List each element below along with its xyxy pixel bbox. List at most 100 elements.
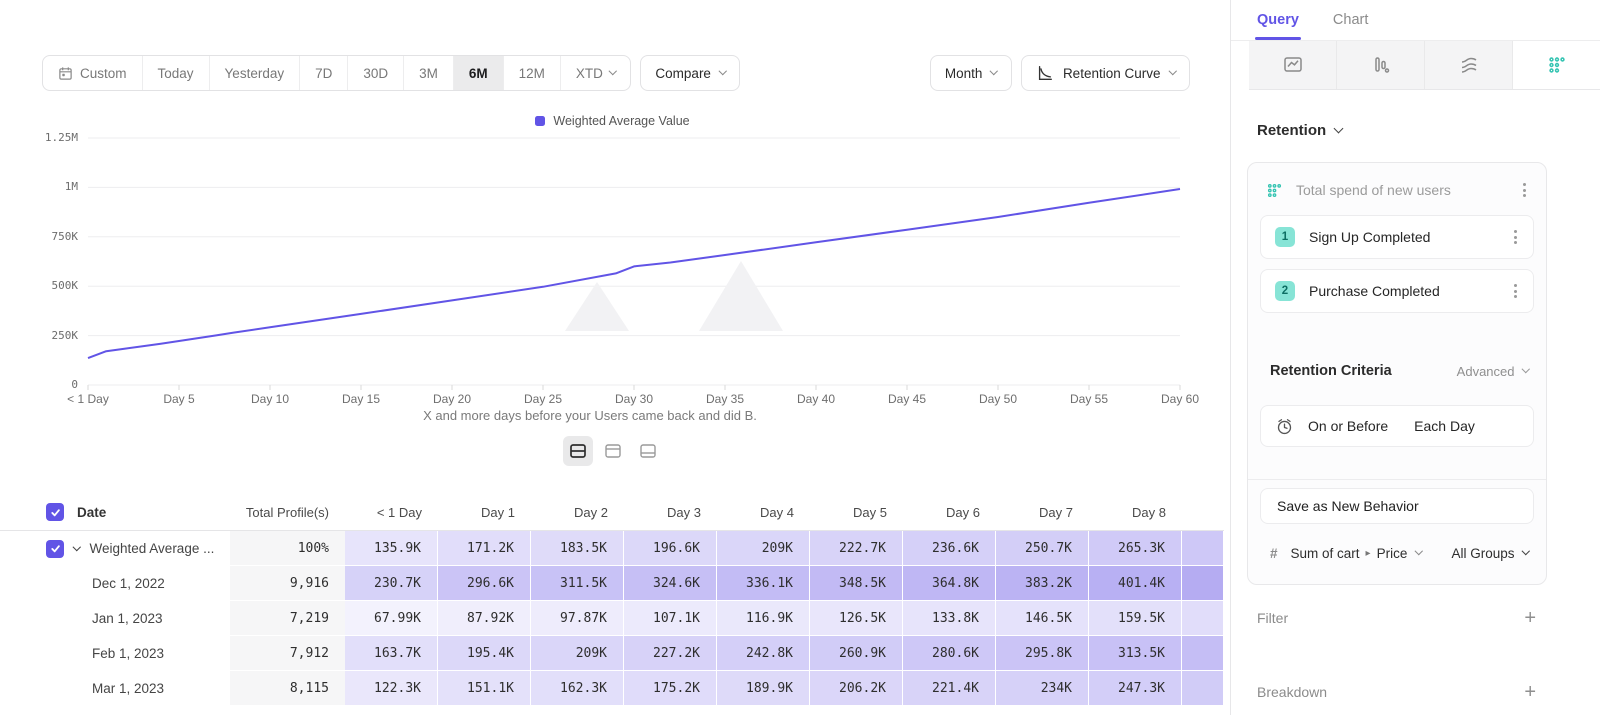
retention-value-cell: 265.3K <box>1089 531 1182 566</box>
retention-value-cell: 296.6K <box>438 566 531 601</box>
criteria-label: Retention Criteria <box>1270 363 1457 379</box>
panel-tabs: Query Chart <box>1231 0 1600 41</box>
tab-insights[interactable] <box>1249 41 1337 89</box>
retention-value-cell-clipped <box>1182 636 1224 671</box>
retention-value-cell: 122.3K <box>345 671 438 706</box>
criteria-when: On or Before <box>1308 418 1388 434</box>
retention-value-cell: 209K <box>531 636 624 671</box>
range-custom[interactable]: Custom <box>43 56 143 90</box>
range-3m[interactable]: 3M <box>404 56 454 90</box>
step-event-label: Sign Up Completed <box>1309 229 1510 245</box>
report-toolbar: CustomTodayYesterday7D30D3M6M12MXTD Comp… <box>42 55 1190 91</box>
row-label-cell[interactable]: Weighted Average ... <box>0 531 230 566</box>
retention-value-cell: 242.8K <box>717 636 810 671</box>
retention-value-cell: 126.5K <box>810 601 903 636</box>
retention-value-cell: 171.2K <box>438 531 531 566</box>
retention-value-cell: 311.5K <box>531 566 624 601</box>
row-checkbox[interactable] <box>46 503 64 521</box>
query-builder-panel: Query Chart <box>1230 0 1600 715</box>
add-breakdown-button[interactable]: + <box>1524 682 1536 702</box>
range-30d[interactable]: 30D <box>348 56 404 90</box>
table-row: Jan 1, 20237,21967.99K87.92K97.87K107.1K… <box>0 601 1224 636</box>
tab-funnels[interactable] <box>1337 41 1425 89</box>
behavior-title[interactable]: Total spend of new users <box>1296 182 1506 198</box>
tab-retention[interactable] <box>1513 41 1600 89</box>
table-bottom-view-toggle[interactable] <box>633 436 663 466</box>
retention-curve-icon <box>1036 64 1054 82</box>
toolbar-spacer <box>749 55 920 91</box>
breakdown-label: Breakdown <box>1257 684 1327 700</box>
x-axis-label: Day 45 <box>888 392 926 406</box>
retention-curve-chart: Weighted Average Value 0250K500K750K1M1.… <box>0 106 1225 428</box>
table-row: Mar 1, 20238,115122.3K151.1K162.3K175.2K… <box>0 671 1224 706</box>
funnels-icon <box>1371 55 1391 75</box>
retention-value-cell: 247.3K <box>1089 671 1182 706</box>
range-yesterday[interactable]: Yesterday <box>210 56 301 90</box>
tab-chart[interactable]: Chart <box>1333 0 1368 40</box>
retention-value-cell: 313.5K <box>1089 636 1182 671</box>
compare-button[interactable]: Compare <box>640 55 740 91</box>
retention-value-cell: 295.8K <box>996 636 1089 671</box>
behavior-steps: 1Sign Up Completed 2Purchase Completed <box>1248 215 1546 313</box>
table-top-view-icon <box>604 442 622 460</box>
chevron-down-icon <box>1168 67 1176 75</box>
caret-right-icon: ▸ <box>1366 548 1371 559</box>
tab-flows[interactable] <box>1425 41 1513 89</box>
filter-section: Filter + <box>1257 600 1536 636</box>
criteria-unit: Each Day <box>1414 418 1475 434</box>
filter-label: Filter <box>1257 610 1288 626</box>
row-label-cell[interactable]: Mar 1, 2023 <box>0 671 230 706</box>
range-6m[interactable]: 6M <box>454 56 504 90</box>
table-top-view-toggle[interactable] <box>598 436 628 466</box>
retention-value-cell: 183.5K <box>531 531 624 566</box>
retention-value-cell: 383.2K <box>996 566 1089 601</box>
retention-value-cell: 97.87K <box>531 601 624 636</box>
row-label-cell[interactable]: Jan 1, 2023 <box>0 601 230 636</box>
measure-property[interactable]: Price <box>1377 546 1408 561</box>
alarm-clock-icon <box>1275 417 1294 436</box>
kebab-menu-icon[interactable] <box>1510 280 1521 302</box>
layout-toggle-group <box>0 436 1225 466</box>
granularity-select[interactable]: Month <box>930 55 1012 91</box>
range-xtd[interactable]: XTD <box>561 56 631 90</box>
retention-value-cell: 135.9K <box>345 531 438 566</box>
criteria-timing-row[interactable]: On or Before Each Day <box>1260 405 1534 447</box>
behavior-step[interactable]: 2Purchase Completed <box>1260 269 1534 313</box>
retention-value-cell: 133.8K <box>903 601 996 636</box>
retention-value-cell: 324.6K <box>624 566 717 601</box>
add-filter-button[interactable]: + <box>1524 608 1536 628</box>
group-select[interactable]: All Groups <box>1451 546 1528 561</box>
kebab-menu-icon[interactable] <box>1519 179 1530 201</box>
y-axis-label: 1.25M <box>0 131 78 144</box>
retention-value-cell: 221.4K <box>903 671 996 706</box>
retention-value-cell-clipped <box>1182 671 1224 706</box>
row-label-cell[interactable]: Feb 1, 2023 <box>0 636 230 671</box>
measure-event[interactable]: Sum of cart <box>1291 546 1360 561</box>
column-header-date: Date <box>0 494 230 531</box>
breakdown-section: Breakdown + <box>1257 674 1536 710</box>
range-12m[interactable]: 12M <box>504 56 561 90</box>
chevron-down-icon <box>719 67 727 75</box>
chevron-down-icon <box>990 67 998 75</box>
behavior-step[interactable]: 1Sign Up Completed <box>1260 215 1534 259</box>
range-today[interactable]: Today <box>143 56 210 90</box>
save-behavior-button[interactable]: Save as New Behavior <box>1260 488 1534 524</box>
tab-query[interactable]: Query <box>1257 0 1299 40</box>
range-7d[interactable]: 7D <box>300 56 348 90</box>
chevron-down-icon <box>1521 547 1529 555</box>
retention-value-cell: 401.4K <box>1089 566 1182 601</box>
row-label-cell[interactable]: Dec 1, 2022 <box>0 566 230 601</box>
kebab-menu-icon[interactable] <box>1510 226 1521 248</box>
chart-type-select[interactable]: Retention Curve <box>1021 55 1190 91</box>
row-checkbox[interactable] <box>46 540 64 558</box>
retention-value-cell: 222.7K <box>810 531 903 566</box>
number-property-icon: # <box>1270 546 1278 561</box>
x-axis-label: Day 60 <box>1161 392 1199 406</box>
criteria-mode-select[interactable]: Advanced <box>1457 364 1528 379</box>
report-type-select[interactable]: Retention <box>1257 122 1342 139</box>
retention-value-cell-clipped <box>1182 601 1224 636</box>
retention-icon <box>1547 55 1567 75</box>
total-profiles-cell: 100% <box>230 531 345 566</box>
split-view-toggle[interactable] <box>563 436 593 466</box>
column-header: Total Profile(s) <box>230 494 345 531</box>
